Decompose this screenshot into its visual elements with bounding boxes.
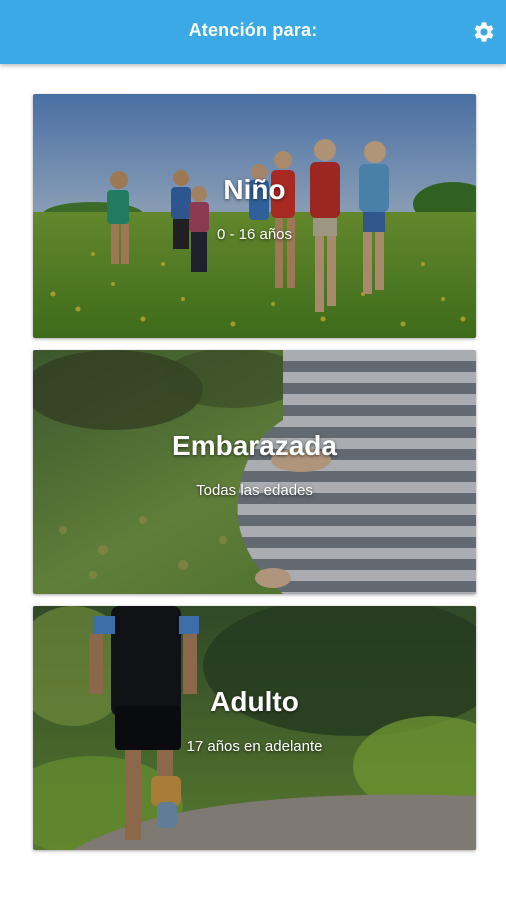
card-title: Niño [223, 174, 286, 205]
card-subtitle: 17 años en adelante [186, 738, 323, 755]
page-title: Atención para: [188, 20, 318, 40]
card-nino[interactable]: Niño 0 - 16 años [33, 94, 476, 338]
card-title: Embarazada [172, 430, 337, 461]
card-title: Adulto [210, 686, 299, 717]
card-subtitle: 0 - 16 años [216, 226, 293, 243]
card-adulto[interactable]: Adulto 17 años en adelante [33, 606, 476, 850]
gear-icon[interactable] [472, 20, 496, 44]
app-bar: Atención para: [0, 0, 506, 64]
card-subtitle: Todas las edades [196, 482, 313, 499]
card-embarazada[interactable]: Embarazada Todas las edades [33, 350, 476, 594]
